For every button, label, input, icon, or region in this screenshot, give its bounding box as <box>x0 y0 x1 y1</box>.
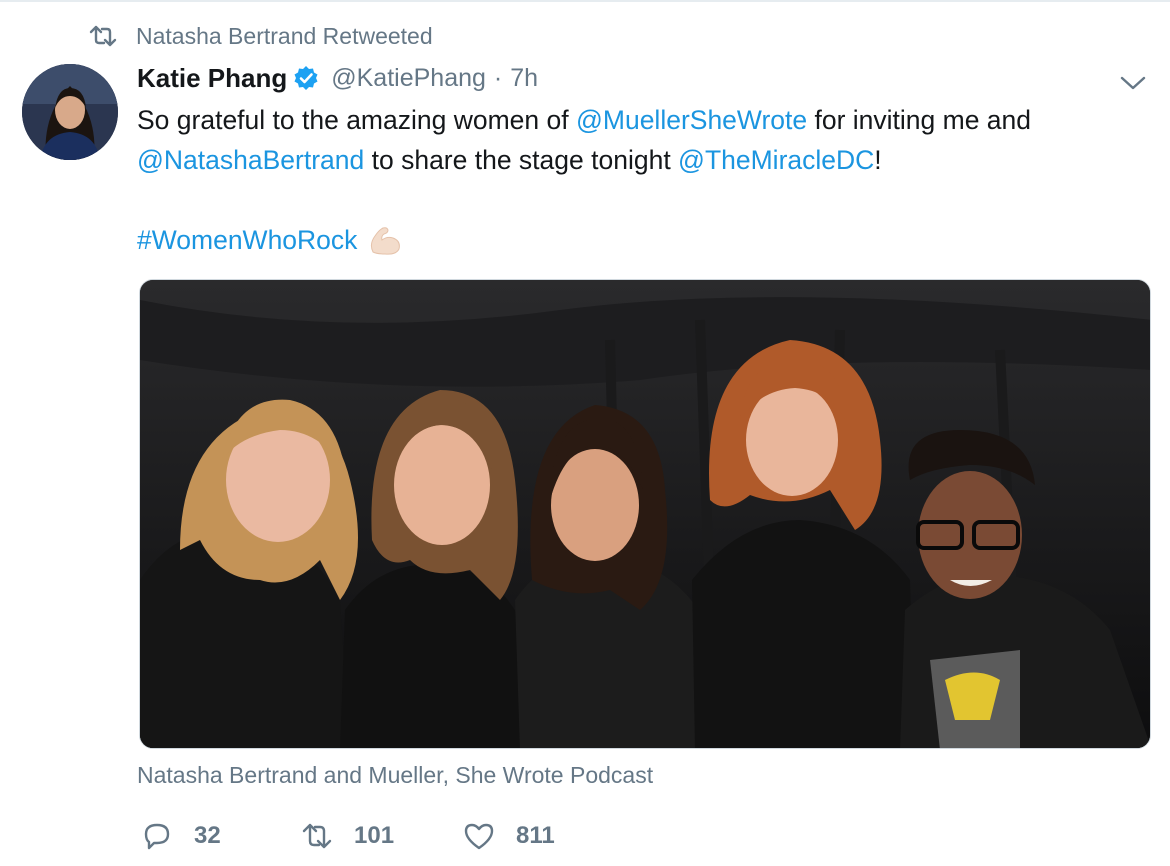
mention-link[interactable]: @MuellerSheWrote <box>576 105 807 135</box>
hashtag-line: #WomenWhoRock <box>137 220 1137 260</box>
retweet-context[interactable]: Natasha Bertrand Retweeted <box>88 22 433 50</box>
tweet-photo[interactable] <box>139 279 1151 749</box>
author-handle[interactable]: @KatiePhang <box>331 64 486 93</box>
chevron-down-icon[interactable] <box>1118 70 1148 94</box>
text-segment: ! <box>874 145 882 175</box>
like-button[interactable]: 811 <box>462 816 622 856</box>
like-count: 811 <box>516 822 555 849</box>
tweet-actions: 32 101 811 <box>140 816 622 856</box>
flexed-biceps-icon <box>367 222 403 258</box>
verified-badge-icon <box>293 65 319 91</box>
tagged-people[interactable]: Natasha Bertrand and Mueller, She Wrote … <box>137 762 653 789</box>
tweet-header: Katie Phang @KatiePhang · 7h <box>137 58 538 98</box>
text-segment: So grateful to the amazing women of <box>137 105 576 135</box>
top-divider <box>0 0 1170 2</box>
reply-button[interactable]: 32 <box>140 816 300 856</box>
retweet-context-label: Natasha Bertrand Retweeted <box>136 22 433 49</box>
retweet-icon <box>300 819 334 853</box>
text-segment: for inviting me and <box>807 105 1032 135</box>
heart-icon <box>462 819 496 853</box>
avatar[interactable] <box>22 64 118 160</box>
retweet-icon <box>88 24 118 48</box>
retweet-count: 101 <box>354 822 395 849</box>
reply-icon <box>140 819 174 853</box>
tweet-text-line-1: So grateful to the amazing women of @Mue… <box>137 100 1137 140</box>
tweet-text: So grateful to the amazing women of @Mue… <box>137 100 1137 260</box>
reply-count: 32 <box>194 822 221 849</box>
hashtag-link[interactable]: #WomenWhoRock <box>137 220 357 260</box>
tweet-text-line-2: @NatashaBertrand to share the stage toni… <box>137 140 1137 180</box>
mention-link[interactable]: @TheMiracleDC <box>678 145 874 175</box>
separator-dot: · <box>493 63 503 92</box>
mention-link[interactable]: @NatashaBertrand <box>137 145 364 175</box>
text-segment: to share the stage tonight <box>364 145 679 175</box>
tweet-timestamp[interactable]: 7h <box>510 64 538 93</box>
author-display-name[interactable]: Katie Phang <box>137 63 287 94</box>
retweet-button[interactable]: 101 <box>300 816 462 856</box>
